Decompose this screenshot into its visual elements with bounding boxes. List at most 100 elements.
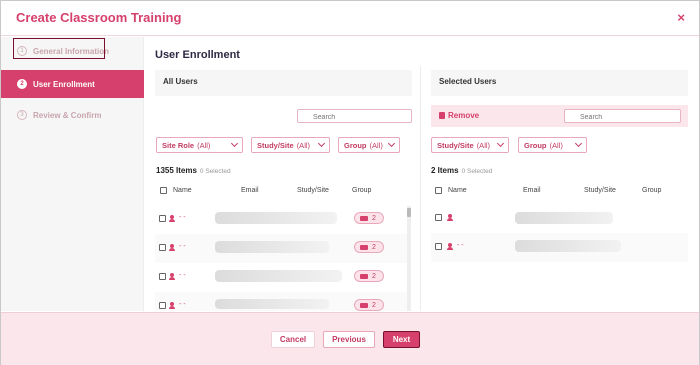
column-group[interactable]: Group <box>642 187 661 194</box>
user-name: - - <box>179 243 186 250</box>
chevron-down-icon <box>230 139 239 148</box>
redacted-email <box>515 212 613 224</box>
filter-study-site[interactable]: Study/Site (All) <box>431 137 509 153</box>
step-review-confirm[interactable]: 3 Review & Confirm <box>1 101 144 129</box>
filter-value: (All) <box>197 140 211 150</box>
select-all-checkbox[interactable] <box>160 187 167 194</box>
column-name[interactable]: Name <box>448 187 467 194</box>
user-name: - - <box>457 242 464 249</box>
wizard-steps: 1 General Information 2 User Enrollment … <box>1 37 144 311</box>
redacted-email <box>215 270 342 282</box>
remove-label: Remove <box>448 111 480 120</box>
redacted-email <box>215 299 329 309</box>
filter-value: (All) <box>476 140 491 150</box>
group-icon <box>360 215 368 221</box>
filter-group[interactable]: Group (All) <box>518 137 587 153</box>
filter-label: Study/Site <box>437 140 474 150</box>
all-users-header: All Users <box>155 70 412 96</box>
group-count: 2 <box>372 301 376 309</box>
step-general-information[interactable]: 1 General Information <box>1 37 144 65</box>
row-checkbox[interactable] <box>159 244 166 251</box>
page-title: User Enrollment <box>155 49 240 61</box>
user-icon <box>447 214 453 221</box>
column-name[interactable]: Name <box>173 187 192 194</box>
chevron-down-icon <box>387 139 396 148</box>
selected-users-title: Selected Users <box>439 77 497 86</box>
group-icon <box>360 244 368 250</box>
create-training-dialog: Create Classroom Training × 1 General In… <box>0 0 700 365</box>
group-badge[interactable]: 2 <box>354 270 384 282</box>
selected-users-count: 2 Items 0 Selected <box>431 166 492 175</box>
user-name: - - <box>179 214 186 221</box>
chevron-down-icon <box>574 139 583 148</box>
filter-group[interactable]: Group (All) <box>338 137 400 153</box>
filter-label: Group <box>524 140 547 150</box>
user-icon <box>169 302 175 309</box>
user-icon <box>169 244 175 251</box>
selected-count: 0 Selected <box>461 168 493 175</box>
close-icon[interactable]: × <box>677 10 685 25</box>
column-study-site[interactable]: Study/Site <box>584 187 616 194</box>
selected-users-header: Selected Users <box>431 70 688 96</box>
panel-divider <box>420 66 421 311</box>
cancel-button[interactable]: Cancel <box>271 331 315 348</box>
redacted-email <box>215 212 337 224</box>
filter-site-role[interactable]: Site Role (All) <box>156 137 243 153</box>
filter-study-site[interactable]: Study/Site (All) <box>251 137 330 153</box>
step-label: Review & Confirm <box>33 110 102 120</box>
previous-button[interactable]: Previous <box>323 331 375 348</box>
chevron-down-icon <box>496 139 505 148</box>
scrollbar-track[interactable] <box>407 206 411 311</box>
group-icon <box>360 302 368 308</box>
filter-label: Site Role <box>162 140 195 150</box>
select-all-checkbox[interactable] <box>435 187 442 194</box>
group-icon <box>360 273 368 279</box>
selected-count: 0 Selected <box>199 168 231 175</box>
group-count: 2 <box>372 272 376 280</box>
all-users-count: 1355 Items 0 Selected <box>156 166 231 175</box>
column-study-site[interactable]: Study/Site <box>297 187 329 194</box>
chevron-down-icon <box>317 139 326 148</box>
scrollbar-thumb[interactable] <box>407 208 411 217</box>
step-user-enrollment[interactable]: 2 User Enrollment <box>1 70 144 98</box>
column-email[interactable]: Email <box>523 187 541 194</box>
next-button[interactable]: Next <box>383 331 420 348</box>
row-checkbox[interactable] <box>435 214 442 221</box>
filter-label: Study/Site <box>257 140 294 150</box>
user-icon <box>169 215 175 222</box>
item-count: 2 Items <box>431 166 459 175</box>
step-label: User Enrollment <box>33 79 95 89</box>
group-count: 2 <box>372 214 376 222</box>
user-name: - - <box>179 301 186 308</box>
column-email[interactable]: Email <box>241 187 259 194</box>
filter-label: Group <box>344 140 367 150</box>
user-icon <box>169 273 175 280</box>
row-checkbox[interactable] <box>435 243 442 250</box>
column-group[interactable]: Group <box>352 187 371 194</box>
dialog-header: Create Classroom Training × <box>1 1 699 36</box>
row-checkbox[interactable] <box>159 273 166 280</box>
group-badge[interactable]: 2 <box>354 299 384 311</box>
step-number: 1 <box>17 46 27 56</box>
filter-value: (All) <box>549 140 563 150</box>
group-badge[interactable]: 2 <box>354 241 384 253</box>
item-count: 1355 Items <box>156 166 197 175</box>
selected-users-search-input[interactable] <box>564 109 681 123</box>
remove-button[interactable]: Remove <box>439 111 479 120</box>
user-icon <box>447 243 453 250</box>
redacted-email <box>515 240 621 252</box>
filter-value: (All) <box>296 140 311 150</box>
row-checkbox[interactable] <box>159 302 166 309</box>
all-users-title: All Users <box>163 77 198 86</box>
step-number: 2 <box>17 79 27 89</box>
filter-value: (All) <box>369 140 383 150</box>
all-users-search-input[interactable] <box>297 109 412 123</box>
trash-icon <box>439 112 445 119</box>
step-label: General Information <box>33 46 110 56</box>
group-count: 2 <box>372 243 376 251</box>
group-badge[interactable]: 2 <box>354 212 384 224</box>
step-number: 3 <box>17 110 27 120</box>
user-name: - - <box>179 272 186 279</box>
row-checkbox[interactable] <box>159 215 166 222</box>
dialog-title: Create Classroom Training <box>16 10 182 25</box>
